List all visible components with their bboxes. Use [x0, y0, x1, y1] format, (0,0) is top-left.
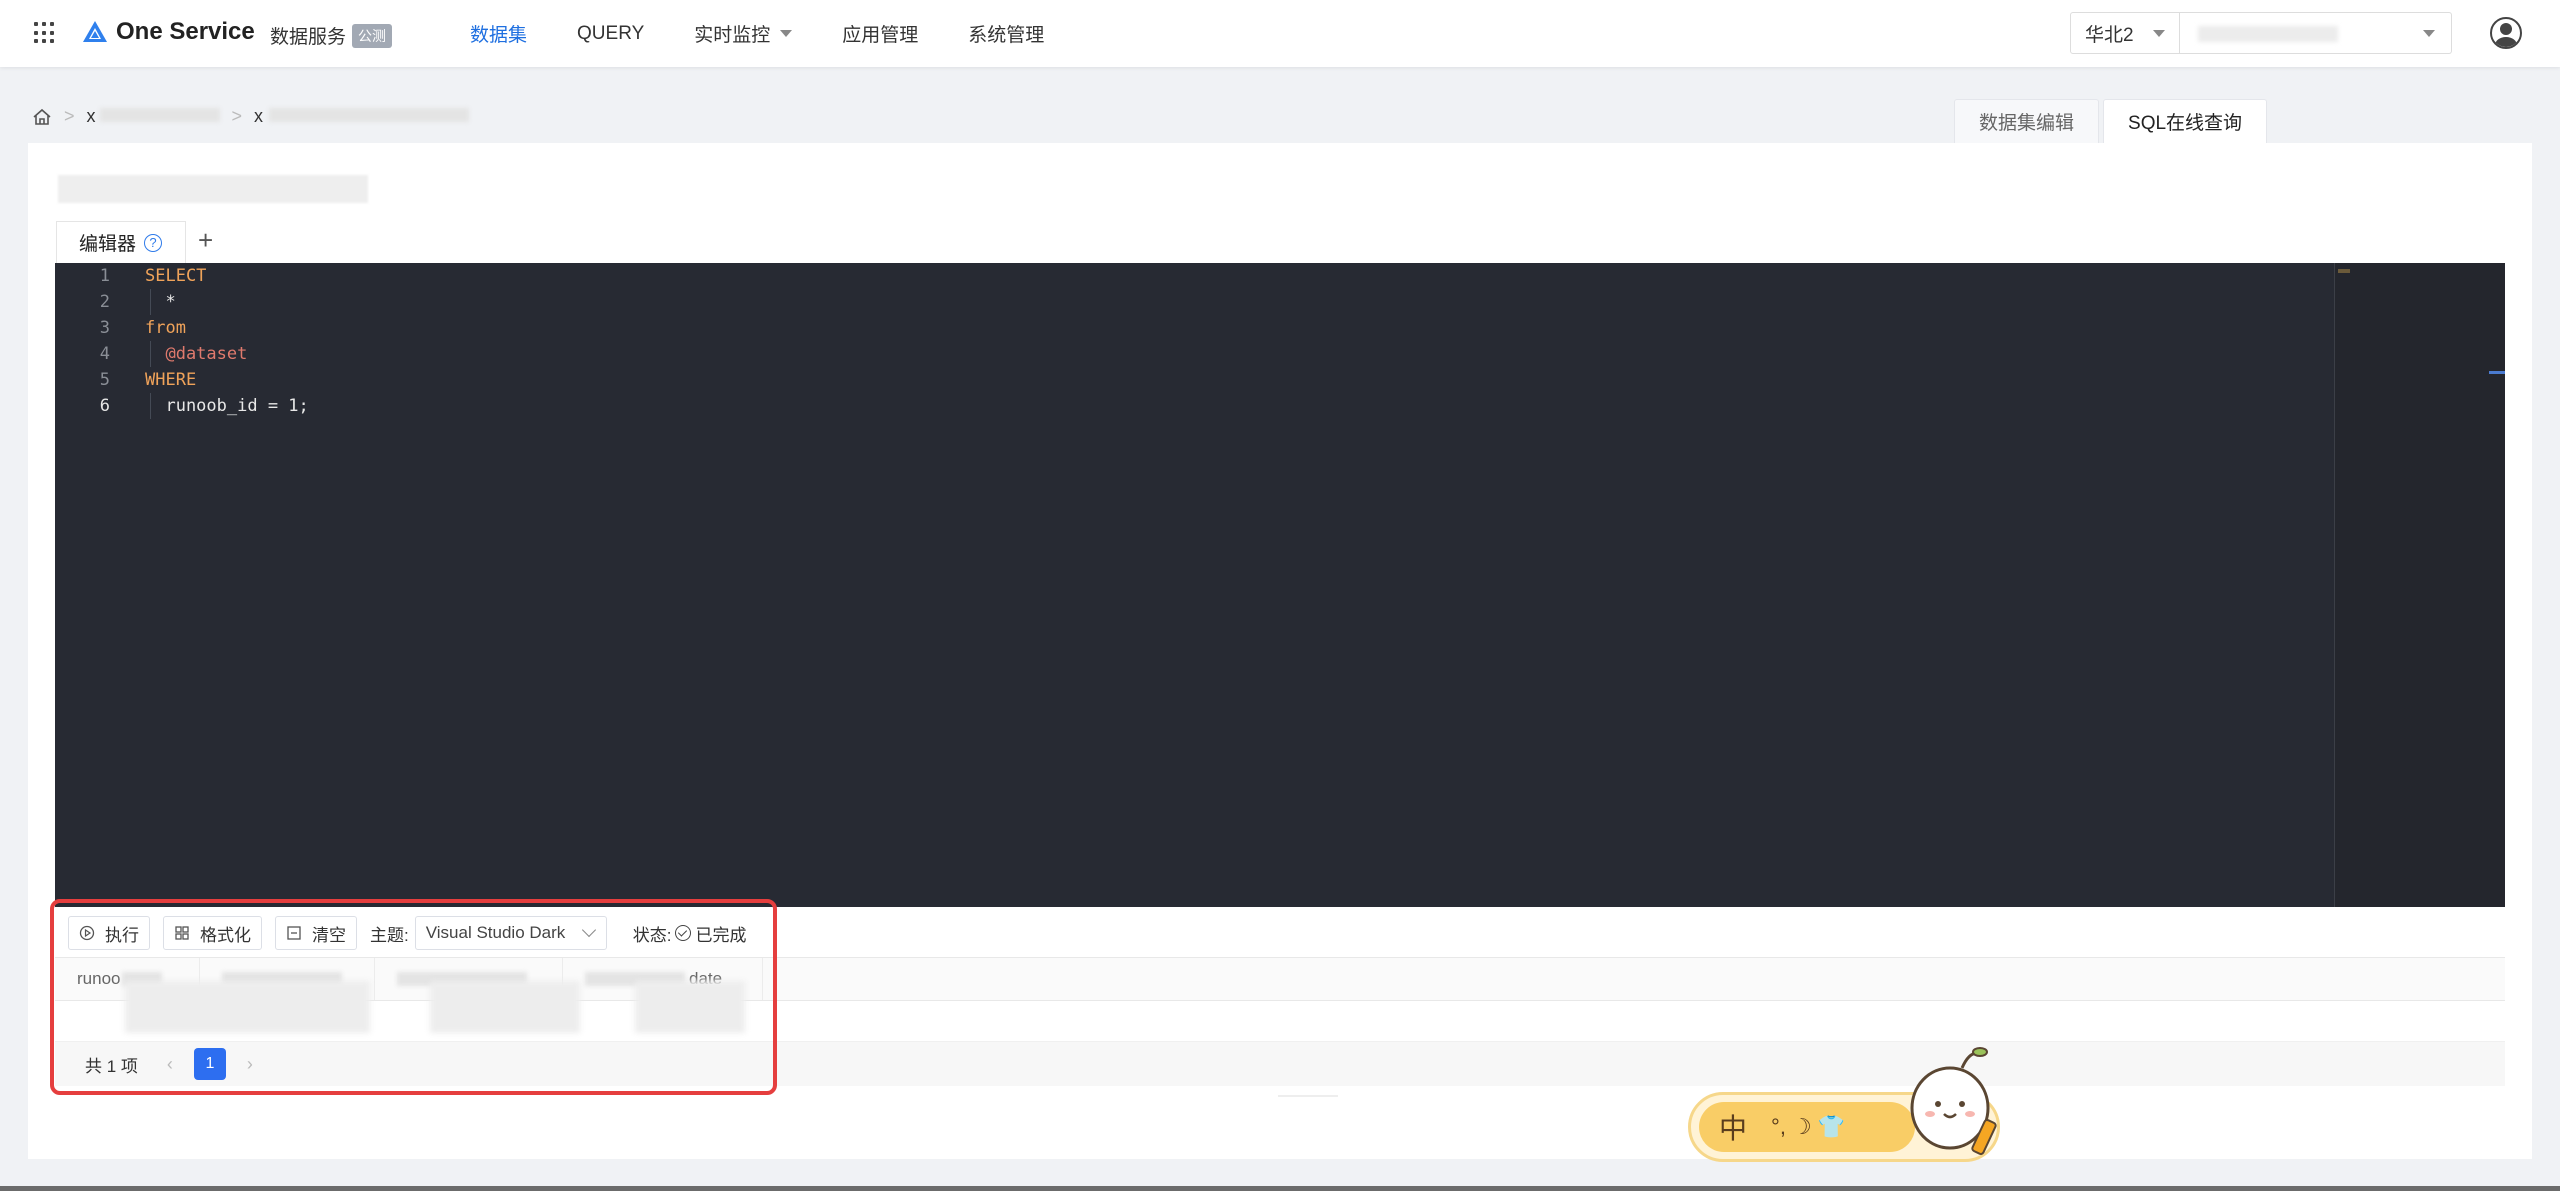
redacted-cell [635, 981, 745, 1033]
clear-label: 清空 [312, 925, 346, 945]
app-grid-icon[interactable] [34, 22, 56, 44]
clear-button[interactable]: 清空 [275, 916, 357, 950]
check-circle-icon [675, 925, 692, 941]
breadcrumb-label: x [86, 106, 96, 126]
ime-mascot-icon [1910, 1047, 1997, 1155]
prev-page-button[interactable]: ‹ [158, 1054, 182, 1075]
code-text: WHERE [145, 370, 197, 390]
line-number: 3 [99, 318, 110, 338]
chevron-down-icon [2423, 30, 2435, 37]
run-button[interactable]: 执行 [68, 916, 150, 950]
app-logo[interactable]: One Service [82, 18, 255, 46]
redacted-dataset-title [58, 175, 368, 203]
nav-item-system-management[interactable]: 系统管理 [968, 20, 1044, 47]
editor-minimap[interactable] [2334, 263, 2505, 907]
redacted-text [269, 108, 470, 122]
nav-item-datasets[interactable]: 数据集 [470, 20, 527, 47]
status-value: 已完成 [695, 925, 747, 945]
ime-icons[interactable]: °, ☽ 👕 [1771, 1114, 1845, 1140]
service-name: 数据服务 公测 [270, 22, 393, 49]
redacted-cell [125, 981, 370, 1033]
line-number: 1 [99, 266, 110, 286]
code-text: from [145, 318, 186, 338]
results-table: runoo date 共 1 项 ‹ 1 › [55, 957, 2505, 1086]
total-count: 共 1 项 [85, 1056, 138, 1076]
main-nav: 数据集 QUERY 实时监控 应用管理 系统管理 [470, 0, 1094, 67]
format-button[interactable]: 格式化 [163, 916, 262, 950]
line-number: 5 [99, 370, 110, 390]
redacted-text [99, 108, 220, 122]
play-icon [79, 925, 95, 941]
service-name-label: 数据服务 [270, 27, 347, 48]
home-icon[interactable] [32, 107, 52, 127]
help-icon[interactable]: ? [144, 233, 163, 252]
region-select[interactable]: 华北2 [2070, 12, 2180, 54]
minimap-scroll-indicator[interactable] [2489, 371, 2505, 374]
theme-label: 主题: [370, 925, 409, 945]
table-header: runoo date [55, 958, 2505, 1001]
minimap-code-preview [2338, 269, 2350, 273]
breadcrumb-separator: > [64, 106, 75, 126]
grid-format-icon [175, 926, 189, 940]
editor-tab[interactable]: 编辑器 ? [56, 221, 186, 263]
breadcrumb-label: x [254, 106, 264, 126]
page-number-current[interactable]: 1 [193, 1048, 226, 1080]
line-number: 4 [99, 344, 110, 364]
beta-badge: 公测 [352, 23, 393, 48]
nav-label: 数据集 [470, 25, 528, 46]
main-panel: 编辑器 ? + 1 SELECT 2 * 3 from 4 @dataset 5… [28, 143, 2532, 1159]
line-number: 6 [99, 396, 110, 416]
editor-tab-label: 编辑器 [79, 234, 137, 255]
code-text: runoob_id = 1; [145, 396, 309, 416]
chevron-down-icon [2153, 30, 2165, 37]
breadcrumb-item-1[interactable]: x [87, 106, 220, 127]
table-row [55, 981, 2505, 1042]
region-value: 华北2 [2085, 24, 2134, 46]
panel-resize-handle[interactable] [1278, 1095, 1338, 1097]
project-select[interactable] [2180, 12, 2452, 54]
logo-icon [83, 21, 107, 42]
ime-pill[interactable]: 中 °, ☽ 👕 [1699, 1102, 1915, 1152]
add-tab-button[interactable]: + [198, 227, 213, 253]
theme-select[interactable]: Visual Studio Dark [414, 916, 607, 950]
code-text: SELECT [145, 266, 207, 286]
nav-label: QUERY [577, 22, 645, 44]
nav-label: 系统管理 [968, 25, 1045, 46]
clear-icon [287, 926, 301, 940]
theme-value: Visual Studio Dark [425, 923, 566, 942]
column-header-label: runoo [77, 969, 121, 988]
window-bottom-border [0, 1186, 2560, 1191]
breadcrumb-item-2: x [254, 106, 470, 127]
breadcrumb: > x > x [32, 106, 470, 127]
app-title: One Service [116, 18, 255, 45]
nav-label: 应用管理 [842, 25, 919, 46]
pagination-bar: 共 1 项 ‹ 1 › [55, 1042, 2505, 1086]
sql-code-editor[interactable]: 1 SELECT 2 * 3 from 4 @dataset 5 WHERE 6… [55, 263, 2505, 907]
tab-sql-query[interactable]: SQL在线查询 [2103, 99, 2268, 143]
nav-item-app-management[interactable]: 应用管理 [842, 20, 918, 47]
breadcrumb-separator: > [231, 106, 243, 126]
nav-item-query[interactable]: QUERY [577, 23, 644, 45]
status-label: 状态: [632, 925, 672, 945]
status-indicator: 已完成 [675, 921, 746, 946]
nav-label: 实时监控 [694, 25, 771, 46]
next-page-button[interactable]: › [238, 1054, 262, 1075]
redacted-cell [430, 981, 580, 1033]
format-label: 格式化 [200, 925, 251, 945]
redacted-project-name [2198, 26, 2338, 42]
top-nav-bar: One Service 数据服务 公测 数据集 QUERY 实时监控 应用管理 … [0, 0, 2560, 67]
tab-dataset-edit[interactable]: 数据集编辑 [1954, 99, 2100, 143]
chevron-down-icon [780, 30, 793, 37]
chevron-down-icon [581, 922, 596, 938]
user-avatar[interactable] [2490, 17, 2522, 49]
ime-mode-char[interactable]: 中 [1719, 1107, 1747, 1147]
mode-tabs: 数据集编辑 SQL在线查询 [1954, 99, 2271, 143]
code-text: @dataset [145, 344, 248, 364]
query-toolbar: 执行 格式化 清空 主题: Visual Studio Dark 状态: 已完成 [68, 915, 746, 951]
code-text: * [145, 292, 176, 312]
run-label: 执行 [105, 925, 139, 945]
line-number: 2 [99, 292, 110, 312]
nav-item-monitoring[interactable]: 实时监控 [694, 20, 793, 47]
